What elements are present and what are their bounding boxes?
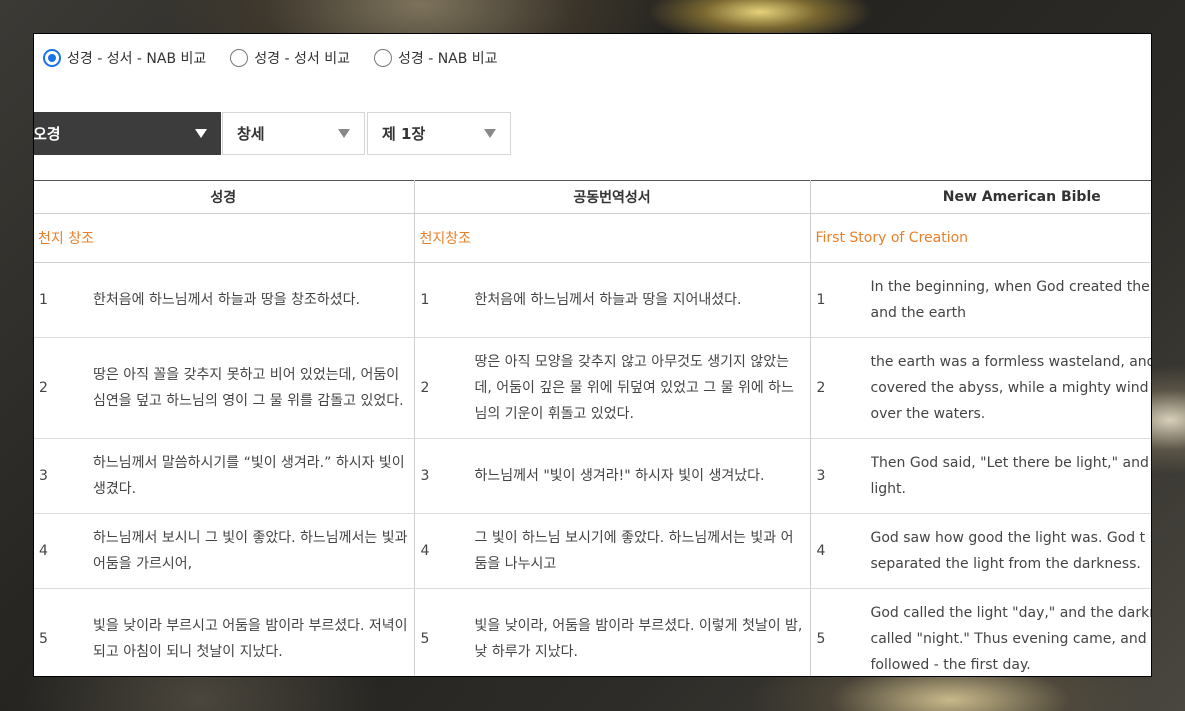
verse-text-line: In the beginning, when God created the [870,279,1150,295]
selector-row: 오경 창세 제 1장 [33,112,511,155]
verse-text: 한처음에 하느님께서 하늘과 땅을 창조하셨다. [93,292,360,308]
verse-text-line: God saw how good the light was. God t [870,530,1146,546]
verse-number: 2 [39,380,48,396]
verse-text: 한처음에 하느님께서 하늘과 땅을 지어내셨다. [474,292,742,308]
book-select[interactable]: 창세 [222,112,365,155]
radio-label: 성경 - 성서 - NAB 비교 [67,51,207,67]
testament-select-value: 오경 [33,125,61,143]
radio-two-way-korean[interactable]: 성경 - 성서 비교 [230,46,350,70]
verse-number: 4 [816,543,826,559]
verse-text: 하느님께서 "빛이 생겨라!" 하시자 빛이 생겨났다. [474,468,765,484]
chapter-select[interactable]: 제 1장 [367,112,511,155]
verse-text-line: over the waters. [870,406,986,422]
table-row: 3 하느님께서 말씀하시기를 “빛이 생겨라.” 하시자 빛이 생겼다. 3 하느님… [33,438,1152,514]
verse-number: 5 [420,631,430,647]
verse-number: 3 [39,468,48,484]
comparison-table: 성경 공동번역성서 New American Bible 천지 창조 천지창조 … [33,180,1152,677]
column-header: New American Bible [810,180,1152,214]
verse-text-line: light. [870,481,906,497]
book-select-value: 창세 [237,125,265,143]
section-title: 천지창조 [414,213,811,263]
chevron-down-icon [484,129,496,138]
chevron-down-icon [338,129,350,138]
verse-text-line: God called the light "day," and the dark… [870,605,1153,621]
verse-number: 5 [39,631,48,647]
radio-dot[interactable] [373,49,392,67]
column-header: 성경 [33,180,415,214]
verse-text-line: Then God said, "Let there be light," and [870,455,1149,471]
table-row: 4 하느님께서 보시니 그 빛이 좋았다. 하느님께서는 빛과 어둠을 가르시어,… [33,513,1152,589]
verse-text-line: covered the abyss, while a mighty wind s [870,380,1153,396]
bible-compare-panel: 성경 - 성서 - NAB 비교 성경 - 성서 비교 성경 - NAB 비교 … [33,33,1152,677]
table-row: 5 빛을 낮이라 부르시고 어둠을 밤이라 부르셨다. 저녁이 되고 아침이 되니… [33,588,1153,677]
verse-text-line: followed - the first day. [870,657,1031,673]
verse-text: 땅은 아직 꼴을 갖추지 못하고 비어 있었는데, 어둠이 심연을 덮고 하느님… [93,367,404,409]
verse-text: 하느님께서 말씀하시기를 “빛이 생겨라.” 하시자 빛이 생겼다. [93,455,405,497]
verse-number: 2 [420,380,430,396]
radio-three-way[interactable]: 성경 - 성서 - NAB 비교 [43,46,206,70]
radio-korean-nab[interactable]: 성경 - NAB 비교 [373,46,498,70]
verse-text: 땅은 아직 모양을 갖추지 않고 아무것도 생기지 않았는데, 어둠이 깊은 물… [474,354,794,422]
table-row: 2 땅은 아직 꼴을 갖추지 못하고 비어 있었는데, 어둠이 심연을 덮고 하느… [33,337,1153,439]
verse-number: 4 [39,543,48,559]
column-header: 공동번역성서 [414,180,811,214]
radio-label: 성경 - NAB 비교 [397,51,498,67]
verse-text: 빛을 낮이라 부르시고 어둠을 밤이라 부르셨다. 저녁이 되고 아침이 되니 … [93,618,408,660]
section-title: 천지 창조 [33,213,415,263]
chapter-select-value: 제 1장 [382,125,426,143]
verse-text-line: the earth was a formless wasteland, and [870,354,1153,370]
section-title-row: 천지 창조 천지창조 First Story of Creation [33,213,1152,263]
testament-select[interactable]: 오경 [33,112,221,155]
verse-number: 3 [816,468,826,484]
radio-dot[interactable] [230,49,249,67]
verse-text-line: separated the light from the darkness. [870,556,1141,572]
radio-label: 성경 - 성서 비교 [254,51,350,67]
verse-number: 1 [420,292,430,308]
verse-number: 5 [816,631,826,647]
verse-number: 3 [420,468,430,484]
verse-text: 하느님께서 보시니 그 빛이 좋았다. 하느님께서는 빛과 어둠을 가르시어, [93,530,408,572]
radio-dot[interactable] [43,49,61,67]
section-title: First Story of Creation [810,213,1152,263]
verse-text: 빛을 낮이라, 어둠을 밤이라 부르셨다. 이렇게 첫날이 밤, 낮 하루가 지… [474,618,803,660]
verse-text: 그 빛이 하느님 보시기에 좋았다. 하느님께서는 빛과 어둠을 나누시고 [474,530,794,572]
verse-text-line: called "night." Thus evening came, and m [870,631,1153,647]
compare-mode-radio-group: 성경 - 성서 - NAB 비교 성경 - 성서 비교 성경 - NAB 비교 [43,46,522,70]
table-header-row: 성경 공동번역성서 New American Bible [33,180,1152,214]
table-row: 1 한처음에 하느님께서 하늘과 땅을 창조하셨다. 1 한처음에 하느님께서 하늘… [33,262,1152,338]
verse-number: 4 [420,543,430,559]
chevron-down-icon [195,129,207,138]
verse-number: 1 [39,292,48,308]
verse-text-line: and the earth [870,305,967,321]
verse-number: 1 [816,292,826,308]
verse-number: 2 [816,380,826,396]
